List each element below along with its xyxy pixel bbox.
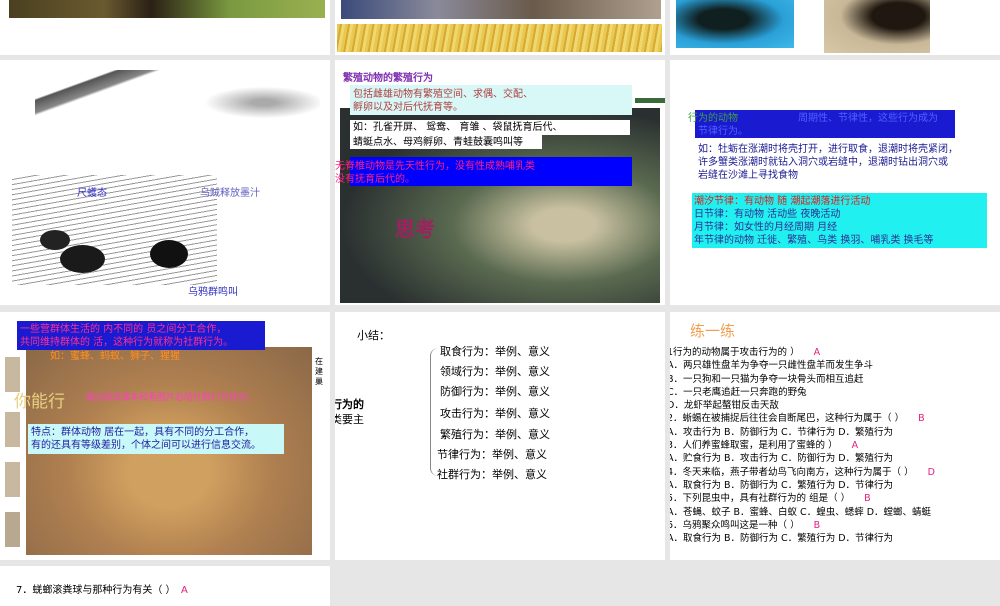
question-line: D．龙虾举起螯钳反击天敌 (670, 400, 779, 412)
question-line: A．贮食行为 B．攻击行为 C．防御行为 D．繁殖行为 (670, 453, 894, 465)
slide-practice-2[interactable]: 7．蜣螂滚粪球与那种行为有关（ ） A (0, 566, 330, 606)
think-label: 思考 (395, 217, 435, 241)
crows-drawing (12, 175, 217, 285)
summary-item: 领域行为：举例、意义 (440, 364, 550, 378)
slide-thumb-b[interactable] (335, 0, 665, 55)
side-thumb-4 (5, 512, 20, 547)
label-crows: 乌鸦群鸣叫 (188, 287, 238, 298)
slide-thumb-c[interactable] (670, 0, 1000, 55)
question-line: 6．乌鸦聚众鸣叫这是一种（ ） B (670, 519, 821, 531)
question-line: A．攻击行为 B．防御行为 C．节律行为 D．繁殖行为 (670, 426, 894, 438)
answer-mark: D (927, 466, 935, 478)
answer-mark: B (918, 413, 925, 425)
slide-reproductive-behavior[interactable]: 繁殖动物的繁殖行为 包括雌雄动物有繁殖空间、求偶、交配、 孵卵以及对后代抚育等。… (335, 60, 665, 305)
summary-item: 防御行为：举例、意义 (440, 385, 550, 398)
bird-photo (341, 0, 661, 19)
label-squid-ink: 乌贼释放墨汁 (200, 188, 260, 199)
question-line: A．两只雄性盘羊为争夺一只雌性盘羊而发生争斗 (670, 360, 873, 372)
slide-social-behavior[interactable]: 一些营群体生活的 内不同的 员之间分工合作， 共同维持群体的 活，这种行为就称为… (0, 312, 330, 560)
summary-item: 节律行为：举例、意义 (437, 448, 547, 461)
question-line: C．一只老鹰追赶一只奔跑的野兔 (670, 386, 807, 398)
slide-summary[interactable]: 小结： 行为的 类要主 取食行为：举例、意义 领域行为：举例、意义 防御行为：举… (335, 312, 665, 560)
summary-item: 社群行为：举例、意义 (437, 468, 547, 481)
side-thumb-2 (5, 412, 20, 447)
question-7: 7．蜣螂滚粪球与那种行为有关（ ） A (16, 585, 188, 596)
answer-mark: A (181, 585, 188, 596)
question-line: B．一只狗和一只猫为争夺一块骨头而相互追赶 (670, 373, 864, 385)
answer-mark: B (864, 493, 871, 505)
label-inchworm: 尺蠖态 (77, 188, 107, 199)
side-thumb-3 (5, 462, 20, 497)
question-line: 3．人们养蜜蜂取蜜，是利用了蜜蜂的 ） A (670, 440, 859, 452)
answer-mark: B (813, 519, 821, 531)
slide-title: 繁殖动物的繁殖行为 (343, 73, 433, 84)
question-line: A．取食行为 B．防御行为 C．繁殖行为 D．节律行为 (670, 533, 894, 545)
summary-item: 繁殖行为：举例、意义 (440, 428, 550, 441)
answer-mark: A (813, 347, 821, 358)
question-line: 5．下列昆虫中，具有社群行为的 组是（ ） B (670, 493, 871, 505)
slide-practice[interactable]: 练一练 1行为的动物属于攻击行为的 ） A A．两只雄性盘羊为争夺一只雌性盘羊而发生… (670, 312, 1000, 560)
sand-photo (824, 0, 930, 53)
you-can-label: 你能行 (14, 392, 65, 412)
grass-photo (337, 24, 662, 52)
summary-item: 攻击行为：举例、意义 (440, 407, 550, 420)
question-line: 2．蜥蜴在被捕捉后往往会自断尾巴，这种行为属于（ ） B (670, 413, 925, 425)
animal-photo (9, 0, 325, 18)
question-line: A．取食行为 B．防御行为 C．繁殖行为 D．节律行为 (670, 479, 894, 491)
question-line: 4．冬天来临，燕子带者幼鸟飞向南方，这种行为属于（ ） D (670, 466, 935, 478)
squid-drawing (180, 80, 320, 125)
answer-mark: A (851, 440, 859, 452)
summary-item: 取食行为：举例、意义 (440, 345, 550, 358)
slide-thumb-a[interactable] (0, 0, 330, 55)
question-line: A．苍蝇、蚊子 B．蜜蜂、白蚁 C．蝗虫、蟋蟀 D．螳螂、蜻蜓 (670, 506, 932, 518)
slide-defense-behavior[interactable]: 尺蠖态 乌贼释放墨汁 乌鸦群鸣叫 (0, 60, 330, 305)
slide-rhythm-behavior[interactable]: 行为的动物 周期性、节律性，这些行为成为 节律行为。 如：牡蛎在涨潮时将壳打开，… (670, 60, 1000, 305)
octopus-photo (676, 0, 794, 48)
summary-title: 小结： (357, 329, 390, 342)
practice-title: 练一练 (690, 322, 736, 340)
question-line: 1行为的动物属于攻击行为的 ） A (670, 347, 821, 358)
caterpillar-drawing (35, 70, 160, 120)
